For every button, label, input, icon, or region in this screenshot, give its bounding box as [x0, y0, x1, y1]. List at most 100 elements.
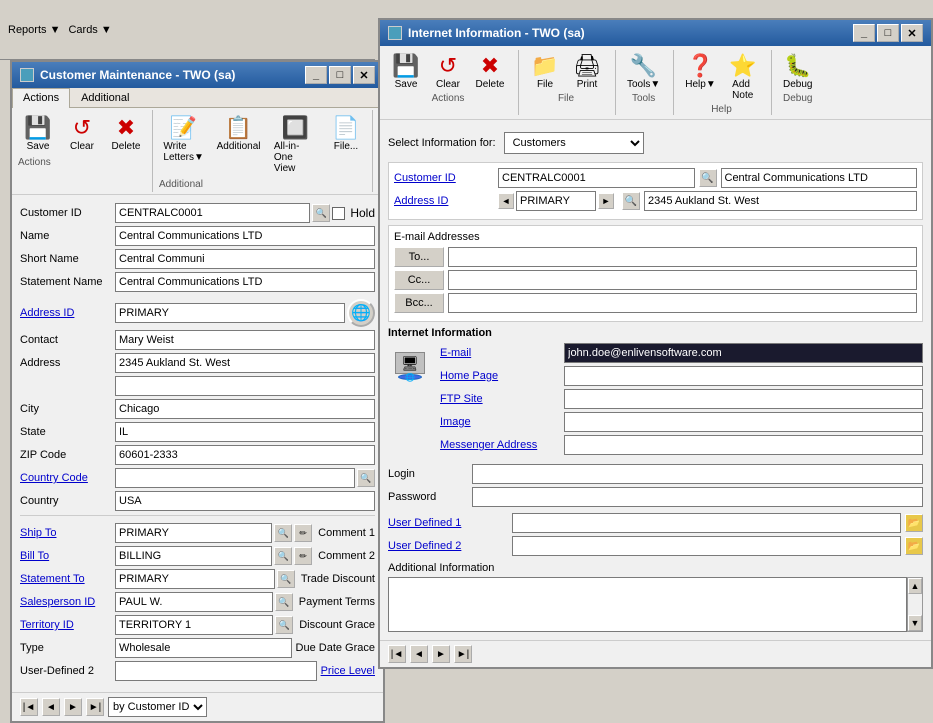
user-defined-1-input[interactable]: [512, 513, 901, 533]
user-defined-2-input[interactable]: [115, 661, 317, 681]
cm-tab-actions[interactable]: Actions: [12, 88, 70, 108]
user-defined-1-folder-btn[interactable]: 📂: [905, 514, 923, 532]
password-input[interactable]: [472, 487, 923, 507]
user-defined-1-label[interactable]: User Defined 1: [388, 517, 508, 529]
home-page-label[interactable]: Home Page: [440, 370, 560, 382]
ii-file-button[interactable]: 📁 File: [525, 50, 565, 93]
salesperson-id-lookup-btn[interactable]: 🔍: [275, 593, 293, 611]
ii-maximize-btn[interactable]: □: [877, 24, 899, 42]
statement-to-label[interactable]: Statement To: [20, 573, 115, 585]
state-input[interactable]: [115, 422, 375, 442]
name-input[interactable]: [115, 226, 375, 246]
statement-to-input[interactable]: [115, 569, 275, 589]
login-input[interactable]: [472, 464, 923, 484]
ii-nav-next-btn[interactable]: ►: [432, 645, 450, 663]
image-label[interactable]: Image: [440, 416, 560, 428]
cm-file-button[interactable]: 📄 File...: [326, 112, 366, 177]
to-input[interactable]: [448, 247, 917, 267]
bcc-button[interactable]: Bcc...: [394, 293, 444, 313]
cm-clear-button[interactable]: ↺ Clear: [62, 112, 102, 155]
ii-delete-button[interactable]: ✖ Delete: [470, 50, 510, 93]
cm-nav-prev-btn[interactable]: ◄: [42, 698, 60, 716]
user-defined-2-folder-btn[interactable]: 📂: [905, 537, 923, 555]
address-id-input[interactable]: [115, 303, 345, 323]
ii-address-value-input[interactable]: [644, 191, 917, 211]
cm-maximize-btn[interactable]: □: [329, 66, 351, 84]
statement-to-lookup-btn[interactable]: 🔍: [277, 570, 295, 588]
ii-add-note-button[interactable]: ⭐ AddNote: [723, 50, 763, 104]
ii-customer-id-input[interactable]: [498, 168, 695, 188]
territory-id-label[interactable]: Territory ID: [20, 619, 115, 631]
customer-id-lookup-btn[interactable]: 🔍: [312, 204, 330, 222]
ii-nav-first-btn[interactable]: |◄: [388, 645, 406, 663]
cc-button[interactable]: Cc...: [394, 270, 444, 290]
ftp-site-input[interactable]: [564, 389, 923, 409]
bill-to-label[interactable]: Bill To: [20, 550, 115, 562]
email-label[interactable]: E-mail: [440, 347, 560, 359]
cm-nav-last-btn[interactable]: ►|: [86, 698, 104, 716]
address-input[interactable]: [115, 353, 375, 373]
short-name-input[interactable]: [115, 249, 375, 269]
country-code-lookup-btn[interactable]: 🔍: [357, 469, 375, 487]
cm-delete-button[interactable]: ✖ Delete: [106, 112, 146, 155]
zip-input[interactable]: [115, 445, 375, 465]
bcc-input[interactable]: [448, 293, 917, 313]
ii-print-button[interactable]: 🖨 Print: [567, 50, 607, 93]
country-input[interactable]: [115, 491, 375, 511]
additional-info-scrollbar[interactable]: ▲ ▼: [907, 577, 923, 632]
ii-clear-button[interactable]: ↺ Clear: [428, 50, 468, 93]
email-input[interactable]: [564, 343, 923, 363]
address-id-globe-btn[interactable]: 🌐: [347, 299, 375, 327]
cm-nav-next-btn[interactable]: ►: [64, 698, 82, 716]
address-line2-input[interactable]: [115, 376, 375, 396]
to-button[interactable]: To...: [394, 247, 444, 267]
ii-customer-id-label[interactable]: Customer ID: [394, 172, 494, 184]
country-code-label[interactable]: Country Code: [20, 472, 115, 484]
ii-save-button[interactable]: 💾 Save: [386, 50, 426, 93]
salesperson-id-label[interactable]: Salesperson ID: [20, 596, 115, 608]
cm-minimize-btn[interactable]: _: [305, 66, 327, 84]
ii-address-id-lookup-btn[interactable]: 🔍: [622, 192, 640, 210]
bill-to-lookup-btn[interactable]: 🔍: [274, 547, 292, 565]
territory-id-input[interactable]: [115, 615, 273, 635]
user-defined-2-label[interactable]: User Defined 2: [388, 540, 508, 552]
city-input[interactable]: [115, 399, 375, 419]
ii-address-prev-btn[interactable]: ◄: [498, 193, 514, 209]
salesperson-id-input[interactable]: [115, 592, 273, 612]
ii-help-button[interactable]: ❓ Help▼: [680, 50, 720, 104]
ship-to-label[interactable]: Ship To: [20, 527, 115, 539]
select-info-dropdown[interactable]: Customers: [504, 132, 644, 154]
country-code-input[interactable]: [115, 468, 355, 488]
customer-id-input[interactable]: [115, 203, 310, 223]
address-id-label[interactable]: Address ID: [20, 307, 115, 319]
bill-to-edit-btn[interactable]: ✏: [294, 547, 312, 565]
ship-to-lookup-btn[interactable]: 🔍: [274, 524, 292, 542]
ii-customer-company-input[interactable]: [721, 168, 918, 188]
image-input[interactable]: [564, 412, 923, 432]
user-defined-2-input[interactable]: [512, 536, 901, 556]
hold-checkbox[interactable]: [332, 207, 345, 220]
ii-customer-id-lookup-btn[interactable]: 🔍: [699, 169, 717, 187]
messenger-address-label[interactable]: Messenger Address: [440, 439, 560, 451]
ii-minimize-btn[interactable]: _: [853, 24, 875, 42]
cm-save-button[interactable]: 💾 Save: [18, 112, 58, 155]
cm-nav-select[interactable]: by Customer ID: [108, 697, 207, 717]
reports-menu[interactable]: Reports ▼: [8, 24, 60, 36]
cc-input[interactable]: [448, 270, 917, 290]
statement-name-input[interactable]: [115, 272, 375, 292]
type-input[interactable]: [115, 638, 292, 658]
ii-address-id-label[interactable]: Address ID: [394, 195, 494, 207]
cm-tab-additional[interactable]: Additional: [70, 88, 140, 107]
ftp-site-label[interactable]: FTP Site: [440, 393, 560, 405]
ii-close-btn[interactable]: ✕: [901, 24, 923, 42]
price-level-label[interactable]: Price Level: [321, 665, 375, 677]
ii-address-next-btn[interactable]: ►: [598, 193, 614, 209]
ii-tools-button[interactable]: 🔧 Tools▼: [622, 50, 665, 93]
cm-nav-first-btn[interactable]: |◄: [20, 698, 38, 716]
cm-additional-button[interactable]: 📋 Additional: [212, 112, 265, 177]
ship-to-input[interactable]: [115, 523, 272, 543]
contact-input[interactable]: [115, 330, 375, 350]
ship-to-edit-btn[interactable]: ✏: [294, 524, 312, 542]
home-page-input[interactable]: [564, 366, 923, 386]
ii-debug-button[interactable]: 🐛 Debug: [778, 50, 818, 93]
